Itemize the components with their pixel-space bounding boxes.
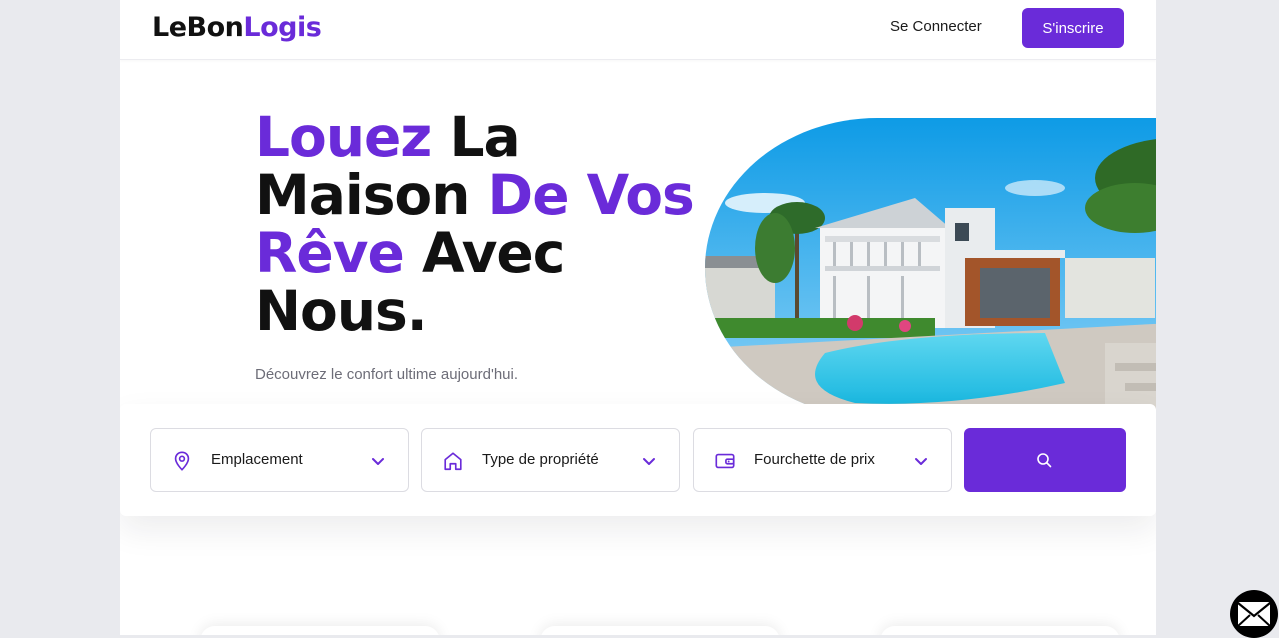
mail-icon (1237, 602, 1271, 627)
location-select[interactable]: Emplacement (150, 428, 409, 492)
hero-word: Maison (255, 163, 470, 227)
location-label: Emplacement (211, 451, 303, 468)
search-submit-button[interactable] (964, 428, 1126, 492)
property-type-label: Type de propriété (482, 451, 599, 468)
brand-logo-part2: Logis (243, 12, 322, 43)
top-navbar: LeBonLogis Se Connecter S'inscrire (120, 0, 1156, 60)
sign-in-link[interactable]: Se Connecter (890, 18, 982, 35)
map-pin-icon (174, 451, 190, 471)
contact-mail-button[interactable] (1230, 590, 1278, 638)
brand-logo-part1: LeBon (152, 12, 244, 43)
hero-word: Avec (421, 221, 565, 285)
chevron-down-icon (915, 458, 927, 465)
feature-card (540, 626, 780, 635)
search-icon (1037, 453, 1052, 468)
hero-word: Louez (255, 105, 432, 169)
hero-subtitle: Découvrez le confort ultime aujourd'hui. (255, 366, 518, 383)
price-range-label: Fourchette de prix (754, 451, 875, 468)
hero-title: Louez La Maison De Vos Rêve Avec Nous. (255, 108, 715, 340)
house-illustration (705, 118, 1156, 418)
home-icon (444, 452, 462, 471)
wallet-icon (715, 453, 735, 469)
chevron-down-icon (372, 458, 384, 465)
chevron-down-icon (643, 458, 655, 465)
hero-word: La (449, 105, 520, 169)
hero-word: Rêve (255, 221, 405, 285)
price-range-select[interactable]: Fourchette de prix (693, 428, 952, 492)
search-bar: Emplacement Type de propriété Fourchette… (120, 404, 1156, 516)
feature-card (880, 626, 1120, 635)
hero-house-image (705, 118, 1156, 418)
page-container: LeBonLogis Se Connecter S'inscrire Louez… (120, 0, 1156, 635)
feature-card (200, 626, 440, 635)
hero-word: De Vos (487, 163, 695, 227)
sign-up-button[interactable]: S'inscrire (1022, 8, 1124, 48)
brand-logo[interactable]: LeBonLogis (152, 12, 322, 43)
property-type-select[interactable]: Type de propriété (421, 428, 680, 492)
hero-word: Nous. (255, 279, 428, 343)
